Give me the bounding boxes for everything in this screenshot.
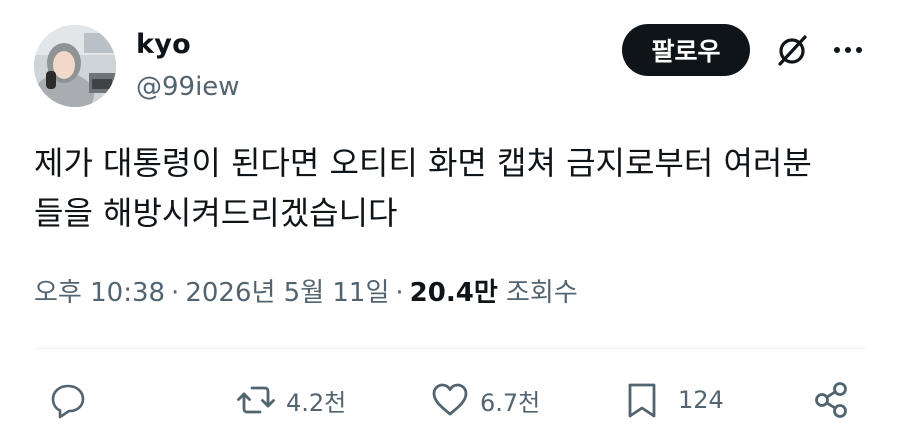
avatar[interactable] <box>34 25 116 107</box>
tweet-text-line: 제가 대통령이 된다면 오티티 화면 캡쳐 금지로부터 여러분 <box>34 144 812 182</box>
meta-separator: · <box>171 278 180 308</box>
views-count: 20.4만 <box>409 278 498 308</box>
repost-icon <box>237 386 275 414</box>
reply-icon <box>51 384 85 419</box>
share-icon <box>815 382 847 418</box>
reply-button[interactable] <box>48 378 88 422</box>
bookmark-icon <box>628 383 656 418</box>
heart-icon <box>432 383 468 416</box>
meta-separator: · <box>395 278 404 308</box>
grok-icon[interactable] <box>772 30 812 70</box>
tweet-date[interactable]: 2026년 5월 11일 <box>185 278 389 308</box>
avatar-photo <box>34 25 116 107</box>
repost-count: 4.2천 <box>286 388 347 417</box>
tweet-text-line: 들을 해방시켜드리겠습니다 <box>34 194 398 232</box>
author-handle[interactable]: @99iew <box>136 70 240 104</box>
like-count: 6.7천 <box>480 388 541 417</box>
tweet-text: 제가 대통령이 된다면 오티티 화면 캡쳐 금지로부터 여러분 들을 해방시켜드… <box>34 138 874 238</box>
more-icon[interactable] <box>832 38 864 62</box>
like-button[interactable]: 6.7천 <box>430 378 540 422</box>
share-button[interactable] <box>812 378 852 422</box>
follow-button[interactable]: 팔로우 <box>622 24 750 76</box>
divider <box>34 348 866 349</box>
bookmark-count: 124 <box>678 386 724 414</box>
bookmark-button[interactable]: 124 <box>622 378 724 422</box>
repost-button[interactable]: 4.2천 <box>236 378 346 422</box>
tweet-time[interactable]: 오후 10:38 <box>34 278 165 308</box>
author-display-name[interactable]: kyo <box>136 28 191 62</box>
tweet-meta: 오후 10:38 · 2026년 5월 11일 · 20.4만 조회수 <box>34 275 578 311</box>
views-label: 조회수 <box>506 278 578 308</box>
